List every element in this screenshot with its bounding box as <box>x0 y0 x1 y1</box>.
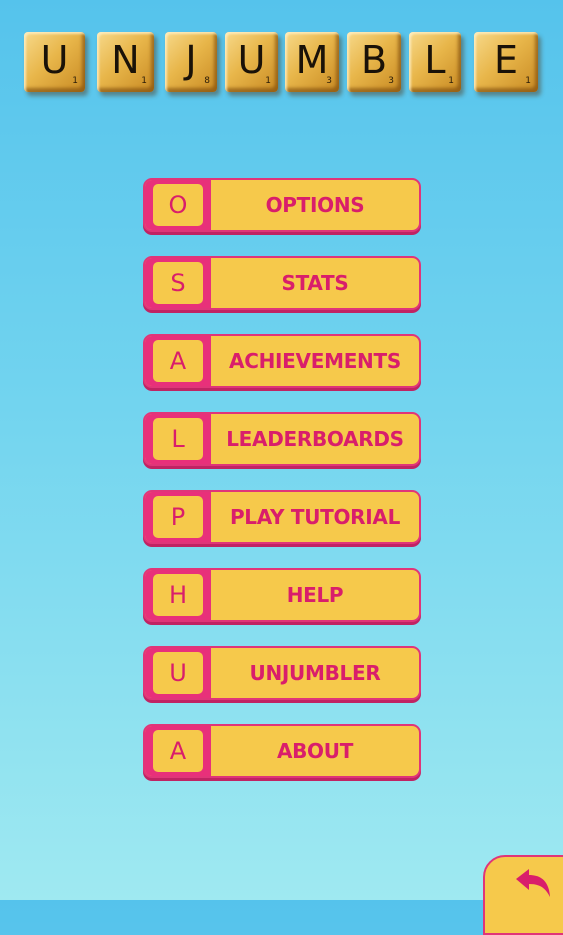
achievements-button[interactable]: A ACHIEVEMENTS <box>143 334 421 388</box>
tile-score: 8 <box>204 76 210 86</box>
letter-badge: S <box>153 262 203 304</box>
letter-badge: O <box>153 184 203 226</box>
help-label: HELP <box>286 583 344 607</box>
letter-cap: A <box>145 726 211 776</box>
letter-cap: A <box>145 336 211 386</box>
help-button[interactable]: H HELP <box>143 568 421 622</box>
letter-badge: A <box>153 730 203 772</box>
letter-cap: P <box>145 492 211 542</box>
tile-score: 3 <box>388 76 394 86</box>
unjumbler-label: UNJUMBLER <box>249 661 381 685</box>
title-tile: U 1 <box>24 32 85 92</box>
letter-cap: O <box>145 180 211 230</box>
stats-label: STATS <box>281 271 349 295</box>
play-tutorial-label: PLAY TUTORIAL <box>229 505 401 529</box>
title-tile: M 3 <box>285 32 339 92</box>
letter-cap: H <box>145 570 211 620</box>
tile-score: 1 <box>72 76 78 86</box>
title-tile: J 8 <box>165 32 217 92</box>
options-label: OPTIONS <box>265 193 365 217</box>
tile-score: 1 <box>265 76 271 86</box>
options-button[interactable]: O OPTIONS <box>143 178 421 232</box>
tile-score: 1 <box>141 76 147 86</box>
stats-button[interactable]: S STATS <box>143 256 421 310</box>
letter-cap: L <box>145 414 211 464</box>
letter-badge: P <box>153 496 203 538</box>
main-menu: O OPTIONS S STATS A ACHIEVEMENTS L LEADE… <box>143 178 421 802</box>
tile-score: 1 <box>525 76 531 86</box>
achievements-label: ACHIEVEMENTS <box>229 349 401 373</box>
title-tile: U 1 <box>225 32 278 92</box>
tile-score: 3 <box>326 76 332 86</box>
leaderboards-button[interactable]: L LEADERBOARDS <box>143 412 421 466</box>
title-tile: L 1 <box>409 32 461 92</box>
title-tile: E 1 <box>474 32 538 92</box>
tile-score: 1 <box>448 76 454 86</box>
about-label: ABOUT <box>276 739 354 763</box>
letter-badge: U <box>153 652 203 694</box>
title-tile: N 1 <box>97 32 154 92</box>
back-arrow-icon <box>516 869 550 897</box>
letter-badge: A <box>153 340 203 382</box>
letter-cap: S <box>145 258 211 308</box>
back-button[interactable] <box>483 855 563 935</box>
about-button[interactable]: A ABOUT <box>143 724 421 778</box>
title-tile: B 3 <box>347 32 401 92</box>
unjumbler-button[interactable]: U UNJUMBLER <box>143 646 421 700</box>
letter-badge: L <box>153 418 203 460</box>
letter-badge: H <box>153 574 203 616</box>
title-logo: U 1 N 1 J 8 U 1 M 3 B 3 L 1 E 1 <box>0 0 563 110</box>
letter-cap: U <box>145 648 211 698</box>
play-tutorial-button[interactable]: P PLAY TUTORIAL <box>143 490 421 544</box>
leaderboards-label: LEADERBOARDS <box>226 427 404 451</box>
